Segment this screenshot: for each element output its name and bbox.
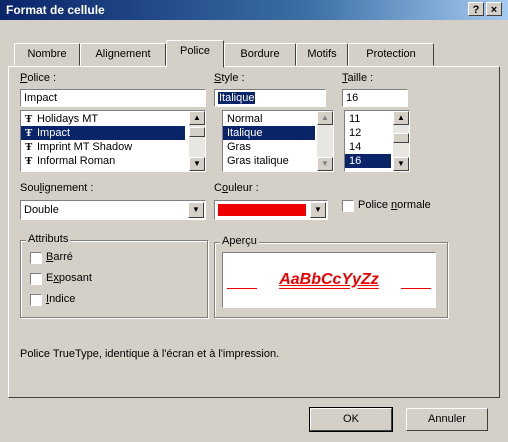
police-item-label: Informal Roman	[37, 155, 116, 167]
taille-item-label: 14	[349, 141, 362, 153]
soulignement-select[interactable]: Double ▼	[20, 200, 206, 220]
tab-nombre[interactable]: Nombre	[14, 43, 80, 66]
indice-checkbox[interactable]	[30, 294, 42, 306]
police-item-label: Holidays MT	[37, 113, 99, 125]
tab-protection[interactable]: Protection	[348, 43, 434, 66]
police-item-label: Imprint MT Shadow	[37, 141, 133, 153]
style-list[interactable]: Normal Italique Gras Gras italique ▲ ▼	[222, 110, 334, 172]
police-list-item[interactable]: Ŧ Impact	[21, 126, 185, 140]
taille-input[interactable]: 16	[342, 89, 408, 107]
font-description: Police TrueType, identique à l'écran et …	[20, 348, 280, 360]
police-label: Police :	[20, 72, 57, 84]
taille-list-item[interactable]: 16	[345, 154, 391, 168]
taille-list-item[interactable]: 11	[345, 112, 391, 126]
couleur-select[interactable]: ▼	[214, 200, 328, 220]
police-list-item[interactable]: Ŧ Holidays MT	[21, 112, 185, 126]
color-swatch	[218, 204, 306, 216]
style-list-item[interactable]: Italique	[223, 126, 315, 140]
style-item-label: Normal	[227, 113, 263, 125]
taille-item-label: 16	[349, 155, 362, 167]
truetype-icon: Ŧ	[25, 155, 33, 167]
taille-label: Taille :	[342, 72, 374, 84]
style-scrollbar[interactable]: ▲ ▼	[317, 111, 333, 171]
police-list[interactable]: Ŧ Holidays MT Ŧ Impact Ŧ Imprint MT Shadow Ŧ In…	[20, 110, 206, 172]
attributs-title: Attributs	[26, 233, 71, 245]
scroll-up-icon[interactable]: ▲	[393, 111, 409, 125]
truetype-icon: Ŧ	[25, 141, 33, 153]
scroll-thumb[interactable]	[189, 127, 205, 137]
style-label: Style :	[214, 72, 245, 84]
couleur-label: Couleur :	[214, 182, 259, 194]
scroll-up-icon[interactable]: ▲	[189, 111, 205, 125]
style-list-item[interactable]: Gras	[223, 140, 315, 154]
chevron-down-icon[interactable]: ▼	[188, 202, 204, 218]
chevron-down-icon[interactable]: ▼	[310, 202, 326, 218]
police-item-label: Impact	[37, 127, 71, 139]
scroll-up-icon[interactable]: ▲	[317, 111, 333, 125]
police-input[interactable]: Impact	[20, 89, 206, 107]
apercu-title: Aperçu	[220, 235, 259, 247]
preview-sample-text: AaBbCcYyZz	[279, 271, 379, 288]
window-title: Format de cellule	[6, 3, 105, 17]
style-item-label: Gras italique	[227, 155, 289, 167]
close-button[interactable]: ×	[486, 2, 502, 16]
style-input[interactable]: Italique	[214, 89, 326, 107]
title-bar: Format de cellule ? ×	[0, 0, 508, 20]
scroll-down-icon[interactable]: ▼	[189, 157, 205, 171]
cancel-button[interactable]: Annuler	[406, 408, 488, 431]
truetype-icon: Ŧ	[25, 113, 33, 125]
style-list-item[interactable]: Gras italique	[223, 154, 315, 168]
tab-alignement[interactable]: Alignement	[80, 43, 166, 66]
taille-list-item[interactable]: 12	[345, 126, 391, 140]
soulignement-label: Soulignement :	[20, 182, 94, 194]
help-button[interactable]: ?	[468, 2, 484, 16]
police-normale-checkbox[interactable]	[342, 200, 354, 212]
tab-motifs[interactable]: Motifs	[296, 43, 348, 66]
police-scrollbar[interactable]: ▲ ▼	[189, 111, 205, 171]
truetype-icon: Ŧ	[25, 127, 33, 139]
barre-checkbox[interactable]	[30, 252, 42, 264]
tab-bordure[interactable]: Bordure	[224, 43, 296, 66]
police-list-item[interactable]: Ŧ Informal Roman	[21, 154, 185, 168]
soulignement-value: Double	[24, 204, 59, 216]
taille-item-label: 12	[349, 127, 362, 139]
scroll-down-icon[interactable]: ▼	[317, 157, 333, 171]
taille-list-item[interactable]: 14	[345, 140, 391, 154]
tab-police[interactable]: Police	[166, 40, 224, 68]
exposant-label[interactable]: Exposant	[46, 272, 92, 284]
apercu-box: AaBbCcYyZz	[222, 252, 436, 308]
exposant-checkbox[interactable]	[30, 273, 42, 285]
scroll-down-icon[interactable]: ▼	[393, 157, 409, 171]
scroll-thumb[interactable]	[393, 133, 409, 143]
style-item-label: Italique	[227, 127, 263, 139]
ok-button[interactable]: OK	[309, 407, 393, 432]
barre-label[interactable]: Barré	[46, 251, 73, 263]
indice-label[interactable]: Indice	[46, 293, 75, 305]
police-normale-label[interactable]: Police normale	[358, 199, 431, 211]
taille-scrollbar[interactable]: ▲ ▼	[393, 111, 409, 171]
style-item-label: Gras	[227, 141, 251, 153]
style-list-item[interactable]: Normal	[223, 112, 315, 126]
police-list-item[interactable]: Ŧ Imprint MT Shadow	[21, 140, 185, 154]
taille-list[interactable]: 11 12 14 16 ▲ ▼	[344, 110, 410, 172]
taille-item-label: 11	[349, 113, 361, 125]
